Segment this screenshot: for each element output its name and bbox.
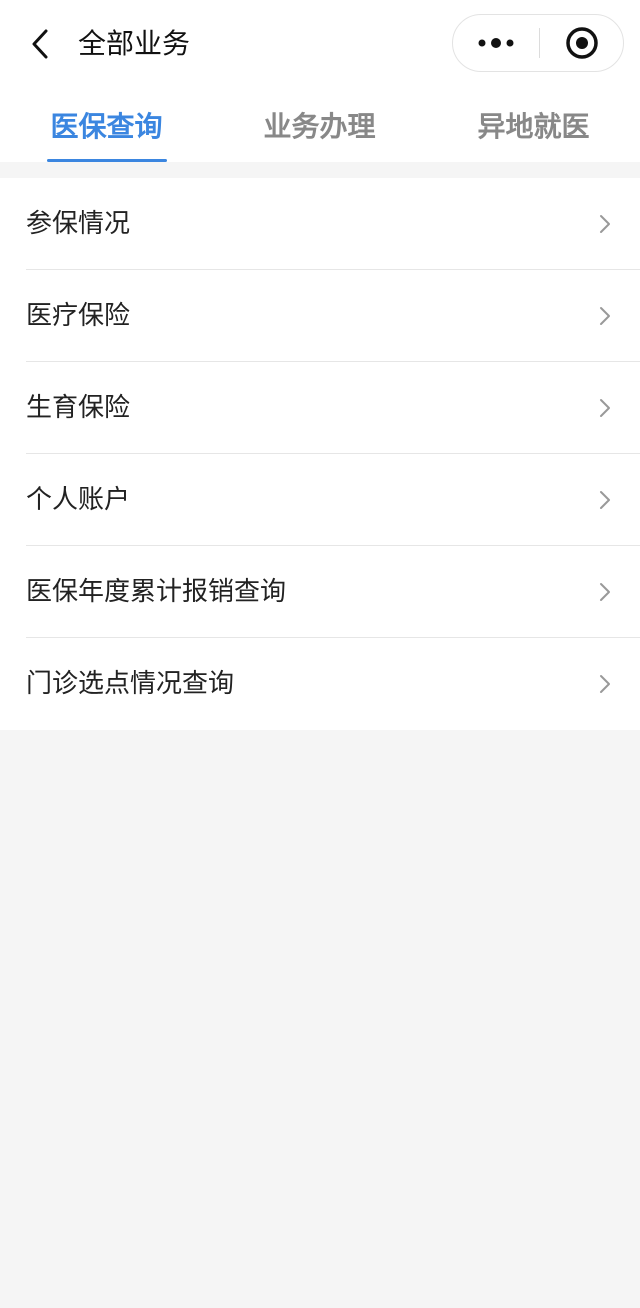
chevron-left-icon xyxy=(32,29,48,59)
more-button[interactable] xyxy=(453,15,539,71)
back-button[interactable] xyxy=(22,24,58,64)
list-item-label: 参保情况 xyxy=(26,209,131,239)
tab-business-handling[interactable]: 业务办理 xyxy=(213,88,426,162)
page-title: 全部业务 xyxy=(78,27,191,60)
chevron-right-icon xyxy=(600,491,610,509)
list-item-label: 生育保险 xyxy=(26,393,131,423)
more-dots-icon xyxy=(478,38,514,48)
close-button[interactable] xyxy=(540,15,624,71)
tab-label: 业务办理 xyxy=(263,110,376,143)
list-item[interactable]: 个人账户 xyxy=(0,454,640,546)
list-item-label: 医保年度累计报销查询 xyxy=(26,577,287,607)
list-item[interactable]: 医保年度累计报销查询 xyxy=(0,546,640,638)
tab-remote-medical[interactable]: 异地就医 xyxy=(427,88,640,162)
tab-medical-insurance-query[interactable]: 医保查询 xyxy=(0,88,213,162)
chevron-right-icon xyxy=(600,307,610,325)
list-item[interactable]: 门诊选点情况查询 xyxy=(0,638,640,730)
list-item[interactable]: 生育保险 xyxy=(0,362,640,454)
list-item[interactable]: 医疗保险 xyxy=(0,270,640,362)
chevron-right-icon xyxy=(600,583,610,601)
tab-bar: 医保查询 业务办理 异地就医 xyxy=(0,88,640,162)
mini-program-capsule xyxy=(452,14,624,72)
list-item[interactable]: 参保情况 xyxy=(0,178,640,270)
active-tab-indicator xyxy=(47,159,167,162)
list-item-label: 门诊选点情况查询 xyxy=(26,669,235,699)
target-close-icon xyxy=(566,27,598,59)
service-list: 参保情况 医疗保险 生育保险 个人账户 医保年度累计报销查询 门诊选点情况查询 xyxy=(0,178,640,730)
list-item-label: 医疗保险 xyxy=(26,301,131,331)
list-item-label: 个人账户 xyxy=(26,485,131,515)
nav-bar: 全部业务 xyxy=(0,0,640,88)
chevron-right-icon xyxy=(600,399,610,417)
chevron-right-icon xyxy=(600,675,610,693)
tab-label: 异地就医 xyxy=(477,110,590,143)
chevron-right-icon xyxy=(600,215,610,233)
tab-label: 医保查询 xyxy=(50,110,163,143)
